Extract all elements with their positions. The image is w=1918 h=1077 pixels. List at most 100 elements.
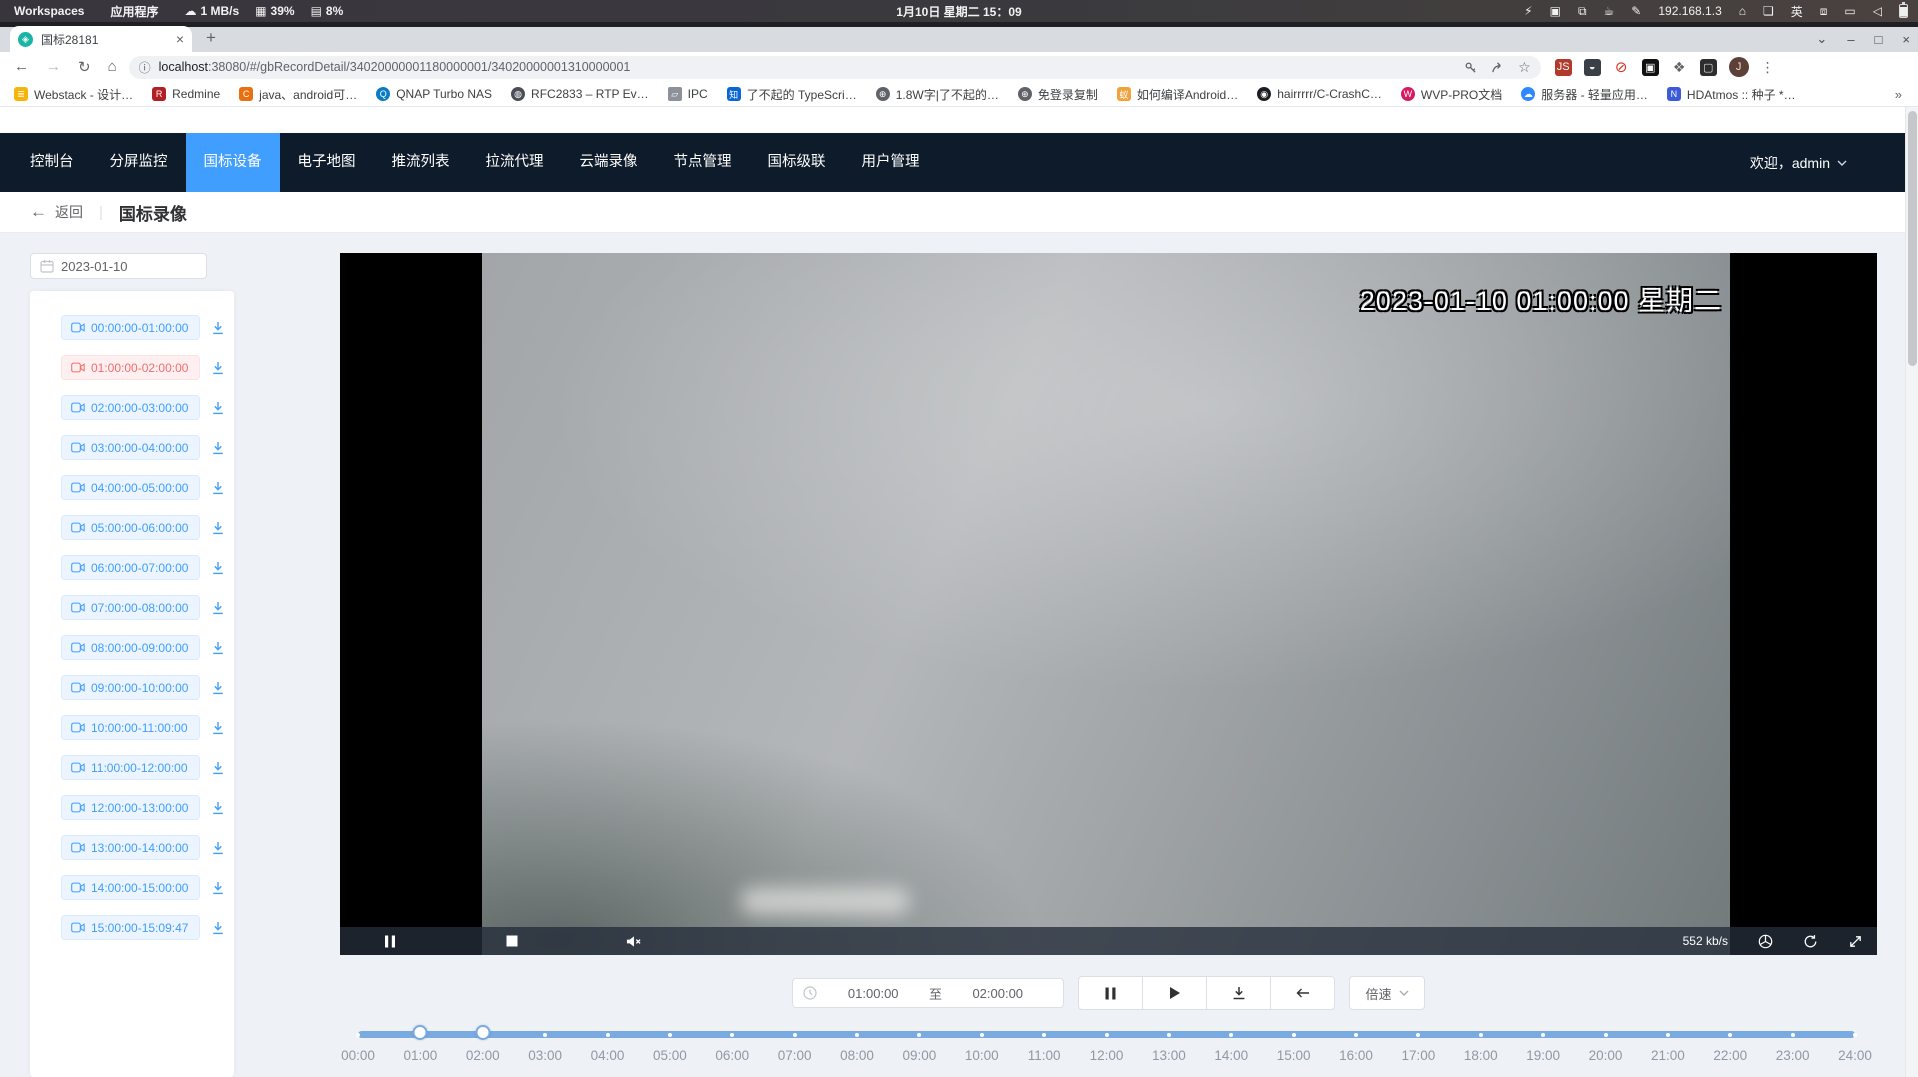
back-icon[interactable]: ← <box>14 58 29 76</box>
play-button[interactable] <box>1142 976 1207 1010</box>
nav-item-gb-cascade[interactable]: 国标级联 <box>750 133 844 192</box>
record-download-button[interactable] <box>211 561 225 575</box>
pause-button[interactable] <box>1078 976 1143 1010</box>
record-download-button[interactable] <box>211 361 225 375</box>
window-close-icon[interactable]: × <box>1902 32 1910 47</box>
browser-menu-icon[interactable]: ⋮ <box>1761 59 1775 76</box>
back-arrow-icon[interactable]: ← <box>30 202 47 222</box>
record-download-button[interactable] <box>211 801 225 815</box>
record-download-button[interactable] <box>211 601 225 615</box>
browser-scrollbar[interactable] <box>1905 107 1918 1077</box>
record-segment-button[interactable]: 15:00:00-15:09:47 <box>61 915 200 940</box>
record-download-button[interactable] <box>211 841 225 855</box>
player-stop-button[interactable] <box>506 927 518 955</box>
bookmark-compile-android[interactable]: 蚁 如何编译Android… <box>1117 86 1238 103</box>
bookmark-webstack[interactable]: ≣ Webstack - 设计… <box>14 86 133 103</box>
record-segment-button[interactable]: 09:00:00-10:00:00 <box>61 675 200 700</box>
bookmark-server-lite[interactable]: ☁ 服务器 - 轻量应用… <box>1521 86 1648 103</box>
record-segment-button[interactable]: 13:00:00-14:00:00 <box>61 835 200 860</box>
profile-avatar[interactable]: J <box>1729 57 1749 77</box>
bookmark-zhihu-typescript[interactable]: 知 了不起的 TypeScri… <box>727 86 857 103</box>
window-maximize-icon[interactable]: □ <box>1875 32 1883 47</box>
speed-dropdown[interactable]: 倍速 <box>1349 976 1424 1010</box>
date-picker-input[interactable]: 2023-01-10 <box>30 253 207 279</box>
share-icon[interactable] <box>1491 61 1504 74</box>
record-segment-button[interactable]: 07:00:00-08:00:00 <box>61 595 200 620</box>
home-icon[interactable]: ⌂ <box>1739 4 1746 18</box>
bookmark-18wzi[interactable]: ⊕ 1.8W字|了不起的… <box>876 86 999 103</box>
download-button[interactable] <box>1206 976 1271 1010</box>
nav-item-console[interactable]: 控制台 <box>12 133 92 192</box>
record-download-button[interactable] <box>211 761 225 775</box>
bookmark-redmine[interactable]: R Redmine <box>152 87 220 101</box>
record-download-button[interactable] <box>211 441 225 455</box>
record-download-button[interactable] <box>211 681 225 695</box>
record-download-button[interactable] <box>211 321 225 335</box>
record-segment-button[interactable]: 11:00:00-12:00:00 <box>61 755 200 780</box>
window-minimize-icon[interactable]: – <box>1847 32 1854 47</box>
bookmark-hdatmos[interactable]: N HDAtmos :: 种子 *… <box>1667 86 1796 103</box>
player-mute-button[interactable] <box>626 927 641 955</box>
nav-item-gb-device[interactable]: 国标设备 <box>186 133 280 192</box>
omnibox[interactable]: ⓘ localhost:38080/#/gbRecordDetail/34020… <box>129 56 1541 79</box>
record-download-button[interactable] <box>211 401 225 415</box>
bookmark-rfc2833[interactable]: ◍ RFC2833 – RTP Ev… <box>511 87 649 101</box>
coffee-icon[interactable]: ☕ <box>1604 4 1615 18</box>
record-segment-button[interactable]: 00:00:00-01:00:00 <box>61 315 200 340</box>
site-info-icon[interactable]: ⓘ <box>139 59 151 76</box>
bookmarks-overflow-chevron[interactable]: » <box>1895 87 1918 102</box>
forward-icon[interactable]: → <box>46 58 61 76</box>
windows-icon[interactable]: ❏ <box>1763 4 1774 18</box>
phonelink-icon[interactable]: ⧈ <box>1820 4 1828 19</box>
start-time-input[interactable]: 01:00:00 <box>817 986 929 1001</box>
ime-indicator[interactable]: 英 <box>1791 3 1803 20</box>
timeline[interactable]: 00:0001:0002:0003:0004:0005:0006:0007:00… <box>358 1026 1855 1070</box>
record-segment-button[interactable]: 04:00:00-05:00:00 <box>61 475 200 500</box>
record-download-button[interactable] <box>211 641 225 655</box>
nav-item-pull-proxy[interactable]: 拉流代理 <box>468 133 562 192</box>
browser-tab[interactable]: ◈ 国标28181 × <box>10 26 192 52</box>
record-segment-button[interactable]: 12:00:00-13:00:00 <box>61 795 200 820</box>
fullscreen-icon[interactable] <box>1848 934 1863 949</box>
record-segment-button[interactable]: 10:00:00-11:00:00 <box>61 715 200 740</box>
player-pause-button[interactable] <box>384 927 396 955</box>
record-download-button[interactable] <box>211 921 225 935</box>
ext-box-icon[interactable]: ▢ <box>1700 59 1717 76</box>
home-icon[interactable]: ⌂ <box>108 58 117 76</box>
record-segment-button[interactable]: 02:00:00-03:00:00 <box>61 395 200 420</box>
seek-back-button[interactable] <box>1270 976 1335 1010</box>
password-key-icon[interactable] <box>1464 61 1477 74</box>
clipboard-icon[interactable]: ⧉ <box>1578 4 1587 19</box>
scrollbar-thumb[interactable] <box>1908 111 1917 366</box>
extensions-puzzle-icon[interactable]: ❖ <box>1671 59 1688 76</box>
record-segment-button[interactable]: 08:00:00-09:00:00 <box>61 635 200 660</box>
bookmark-star-icon[interactable]: ☆ <box>1518 59 1531 76</box>
ext-screenshot-icon[interactable]: ▣ <box>1642 59 1659 76</box>
end-time-input[interactable]: 02:00:00 <box>942 986 1054 1001</box>
display-icon[interactable]: ▭ <box>1844 4 1855 18</box>
ext-drink-icon[interactable]: ◒ <box>1584 59 1601 76</box>
record-download-button[interactable] <box>211 521 225 535</box>
workspaces-button[interactable]: Workspaces <box>14 4 84 18</box>
record-segment-button[interactable]: 06:00:00-07:00:00 <box>61 555 200 580</box>
record-segment-button[interactable]: 03:00:00-04:00:00 <box>61 435 200 460</box>
video-player[interactable]: 2023-01-10 01:00:00 星期二 552 kb/s <box>340 253 1877 955</box>
bookmark-ipc-folder[interactable]: ▱ IPC <box>668 87 708 101</box>
reload-icon[interactable]: ↻ <box>78 58 91 76</box>
nav-item-cloud-record[interactable]: 云端录像 <box>562 133 656 192</box>
volume-icon[interactable]: ◁ <box>1873 4 1882 18</box>
nav-item-user-manage[interactable]: 用户管理 <box>844 133 938 192</box>
timeline-track[interactable] <box>358 1031 1855 1038</box>
bookmark-free-copy[interactable]: ⊕ 免登录复制 <box>1018 86 1098 103</box>
record-download-button[interactable] <box>211 721 225 735</box>
record-download-button[interactable] <box>211 481 225 495</box>
tool-icon[interactable]: ✎ <box>1631 4 1641 18</box>
ext-js-icon[interactable]: JS <box>1555 59 1572 76</box>
launcher-icon[interactable]: ⚡ <box>1524 4 1532 18</box>
nav-item-node-manage[interactable]: 节点管理 <box>656 133 750 192</box>
time-range-picker[interactable]: 01:00:00 至 02:00:00 <box>792 978 1064 1008</box>
timeline-handle[interactable] <box>413 1025 428 1040</box>
snapshot-aperture-icon[interactable] <box>1758 934 1773 949</box>
notification-icon[interactable]: ▣ <box>1550 4 1561 18</box>
record-segment-button[interactable]: 14:00:00-15:00:00 <box>61 875 200 900</box>
